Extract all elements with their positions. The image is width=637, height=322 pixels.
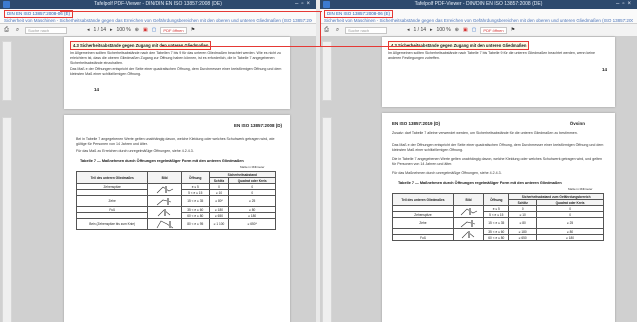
table-title: Tabelle 7 — Maßnehmen durch Öffnungen re…: [398, 181, 562, 185]
paragraph: Bei in Tabelle 7 angegebenen Werte gelte…: [76, 137, 275, 146]
page-header: EN ISO 13857:2019 (D): [392, 121, 441, 126]
left-toolbar: ⎙ ⌕ Suche nach ◂ 1 / 14 ▸ 100 % ⊕ ▣ ▢ PD…: [0, 24, 316, 37]
foot-diagram-icon: [156, 197, 171, 205]
page-header: EN ISO 13857:2008 (D): [233, 123, 282, 128]
right-side-panel-tab[interactable]: [322, 41, 332, 101]
table-row: Fuß 60 < e ≤ 80 ≥ 650 ≥ 180: [392, 234, 604, 241]
table-unit: Maße in Millimeter: [568, 187, 593, 191]
right-page-2: EN ISO 13857:2019 (D) Övsinn Zusatz: dar…: [382, 113, 615, 322]
prev-page-button[interactable]: ◂: [407, 27, 410, 33]
foot-diagram-icon: [157, 209, 170, 217]
foot-diagram-icon: [460, 219, 475, 227]
search-input[interactable]: Suche nach: [25, 26, 67, 34]
table-header: Teil des unteren Gliedmaßes: [392, 193, 454, 206]
next-page-button[interactable]: ▸: [110, 27, 113, 33]
foot-diagram-icon: [461, 231, 474, 239]
right-toolbar: ⎙ ⌕ Suche nach ◂ 1 / 14 ▸ 100 % ⊕ ▣ ▢ PD…: [320, 24, 637, 37]
window-controls[interactable]: –▫×: [616, 0, 634, 9]
page-indicator[interactable]: 1 / 14: [414, 27, 427, 33]
document-description: Sicherheit von Maschinen - Sicherheitsab…: [4, 18, 312, 23]
highlight-icon[interactable]: ▣: [463, 27, 468, 33]
highlight-icon[interactable]: ▣: [143, 27, 148, 33]
zoom-level[interactable]: 100 %: [117, 27, 131, 33]
comparison-connector-line: [160, 46, 422, 47]
page-number: 14: [601, 67, 607, 72]
paragraph: Im Allgemeinen sollten Sicherheitsabstän…: [388, 51, 596, 60]
window-title: Tafelpolf PDF-Viewer - DIN/DIN EN ISO 13…: [414, 1, 543, 7]
table-title: Tabelle 7 — Maßnehmen durch Öffnungen re…: [80, 159, 244, 163]
print-icon[interactable]: ⎙: [3, 27, 10, 34]
paragraph: Das Maß e der Öffnungen entspricht der S…: [392, 143, 604, 152]
window-title: Tafelpolf PDF-Viewer - DIN/DIN EN ISO 13…: [94, 1, 222, 7]
table-unit: Maße in Millimeter: [240, 165, 265, 169]
zoom-in-icon[interactable]: ⊕: [455, 27, 459, 33]
dimension-table: Teil des unteren Gliedmaßes Bild Öffnung…: [392, 193, 604, 241]
open-pdf-button[interactable]: PDF öffnen: [160, 26, 187, 34]
table-header: Öffnung: [483, 193, 510, 206]
open-pdf-button[interactable]: PDF öffnen: [480, 26, 507, 34]
document-reference-link[interactable]: DIN EN ISO 13857:2008-06 (E): [324, 10, 394, 18]
right-document-infobar: DIN EN ISO 13857:2008-06 (E) Sicherheit …: [320, 9, 637, 24]
page-title: Övsinn: [569, 121, 585, 126]
right-viewer-window: Tafelpolf PDF-Viewer - DIN/DIN EN ISO 13…: [320, 0, 637, 322]
table-row: Bein (Zehenspitze bis zum Knie) 80 < e ≤ …: [75, 218, 276, 230]
screen: Tafelpolf PDF-Viewer - DIN/DIN EN ISO 13…: [0, 0, 637, 322]
page-indicator[interactable]: 1 / 14: [94, 27, 107, 33]
table-row: Zehe 15 < e ≤ 35 ≥ 80 ≥ 25: [392, 217, 604, 229]
paragraph: Die in Tabelle 7 angegebenen Werte gelte…: [392, 157, 603, 166]
paragraph: Das Maß e der Öffnungen entspricht der S…: [70, 67, 282, 76]
search-icon[interactable]: ⌕: [334, 27, 341, 34]
left-side-panel-tab-2[interactable]: [2, 117, 12, 322]
comment-icon[interactable]: ▢: [472, 27, 477, 33]
leg-diagram-icon: [156, 220, 173, 228]
right-titlebar: Tafelpolf PDF-Viewer - DIN/DIN EN ISO 13…: [320, 0, 637, 9]
search-input[interactable]: Suche nach: [345, 26, 387, 34]
prev-page-button[interactable]: ◂: [87, 27, 90, 33]
left-document-viewer[interactable]: 4.3 Sicherheitsabstände gegen Zugang mit…: [0, 37, 316, 322]
left-page-2: EN ISO 13857:2008 (D) Bei in Tabelle 7 a…: [64, 115, 290, 322]
left-titlebar: Tafelpolf PDF-Viewer - DIN/DIN EN ISO 13…: [0, 0, 316, 9]
right-page-1: 4.3 Sicherheitsabstände gegen Zugang mit…: [382, 37, 615, 107]
table-header: Bild: [452, 193, 485, 206]
app-icon: [3, 1, 10, 8]
table-header: Bild: [147, 171, 182, 184]
paragraph: Im Allgemeinen sollten Sicherheitsabstän…: [70, 51, 281, 65]
comparison-connector-line: [320, 11, 321, 47]
paragraph: Für das Maßnehmen durch unregelmäßige Öf…: [392, 171, 502, 175]
table-row: Zehe 15 < e ≤ 35 ≥ 80* ≥ 25: [75, 195, 276, 207]
document-description: Sicherheit von Maschinen - Sicherheitsab…: [324, 18, 633, 23]
left-side-panel-tab[interactable]: [2, 41, 12, 101]
search-icon[interactable]: ⌕: [14, 27, 21, 34]
comparison-connector-line: [60, 11, 322, 12]
dimension-table: Teil des unteren Gliedmaßes Bild Öffnung…: [75, 171, 277, 230]
zoom-in-icon[interactable]: ⊕: [135, 27, 139, 33]
table-header: Öffnung: [180, 171, 210, 184]
paragraph: Zusatz: darf Tabelle 7 alleine verwendet…: [392, 131, 578, 135]
comment-icon[interactable]: ▢: [152, 27, 157, 33]
next-page-button[interactable]: ▸: [430, 27, 433, 33]
table-header: Teil des unteren Gliedmaßes: [75, 171, 149, 184]
window-controls[interactable]: –▫×: [295, 0, 313, 9]
bookmark-icon[interactable]: ⚑: [191, 27, 195, 33]
right-document-viewer[interactable]: 4.3 Sicherheitsabstände gegen Zugang mit…: [320, 37, 637, 322]
app-icon: [323, 1, 330, 8]
foot-diagram-icon: [156, 186, 173, 194]
page-number: 14: [94, 87, 100, 92]
print-icon[interactable]: ⎙: [323, 27, 330, 34]
right-side-panel-tab-2[interactable]: [322, 117, 332, 322]
left-page-1: 4.3 Sicherheitsabstände gegen Zugang mit…: [64, 37, 290, 109]
left-viewer-window: Tafelpolf PDF-Viewer - DIN/DIN EN ISO 13…: [0, 0, 316, 322]
paragraph: Für das Maß zu Erreichen durch unregelmä…: [76, 149, 194, 153]
foot-diagram-icon: [460, 208, 477, 216]
bookmark-icon[interactable]: ⚑: [511, 27, 515, 33]
zoom-level[interactable]: 100 %: [437, 27, 451, 33]
